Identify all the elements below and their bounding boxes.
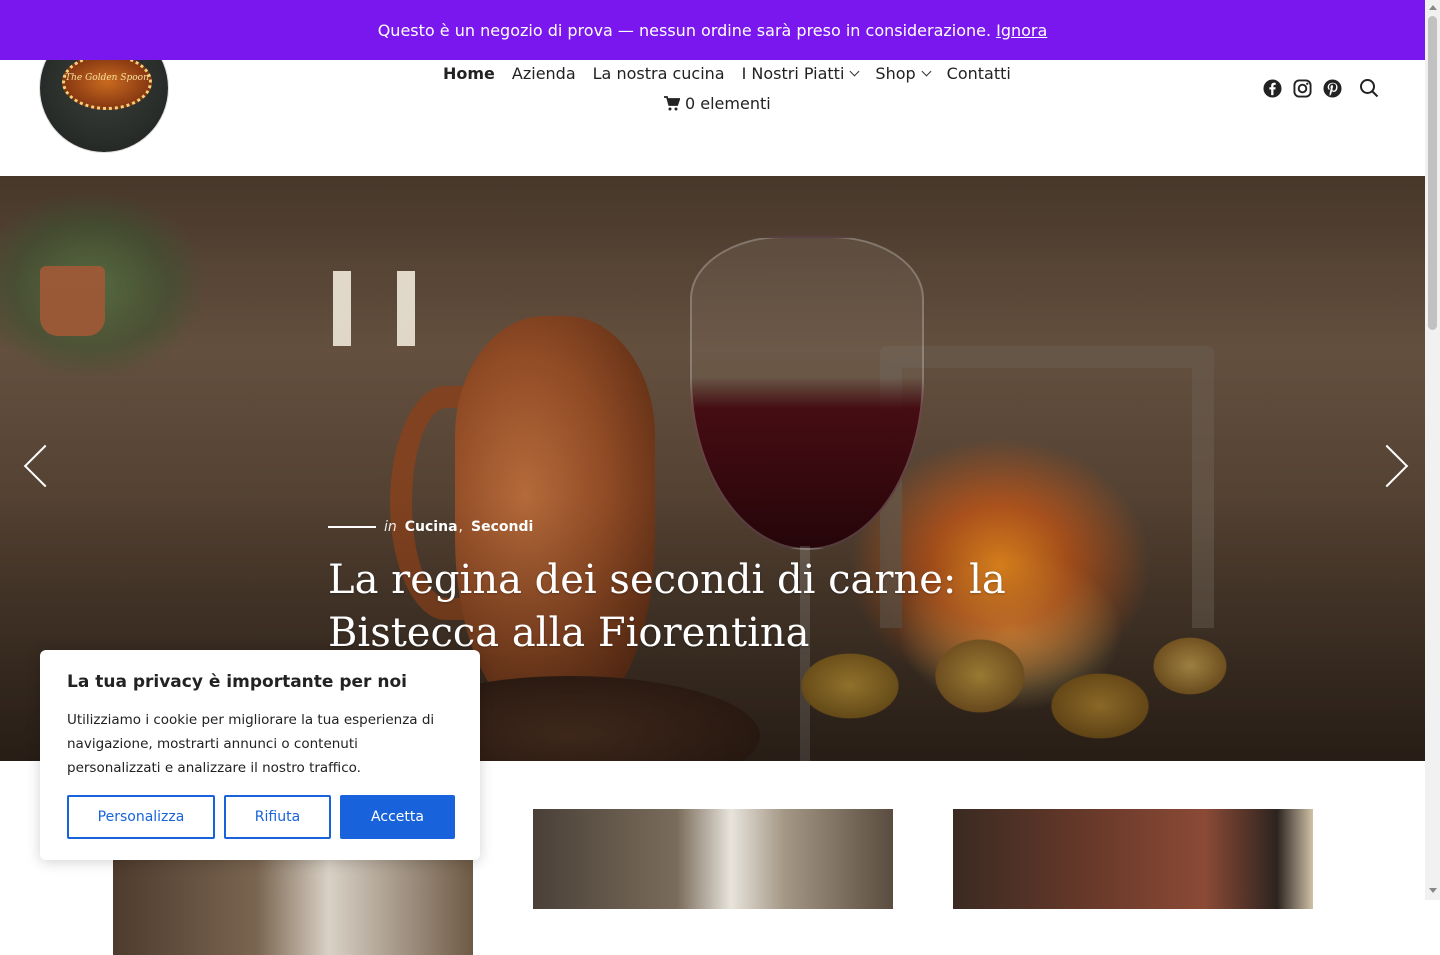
category-link-secondi[interactable]: Secondi <box>471 519 533 535</box>
nav-azienda[interactable]: Azienda <box>512 64 576 83</box>
cookie-consent-banner: La tua privacy è importante per noi Util… <box>40 650 480 860</box>
chevron-down-icon <box>849 66 860 76</box>
post-card-image[interactable] <box>113 855 473 955</box>
hero-post-meta: in Cucina, Secondi <box>328 519 533 535</box>
post-card-image[interactable] <box>953 809 1313 909</box>
main-nav: Home Azienda La nostra cucina I Nostri P… <box>443 60 1011 86</box>
category-link-cucina[interactable]: Cucina <box>405 519 458 535</box>
logo-text: The Golden Spoon <box>65 73 149 83</box>
nav-home[interactable]: Home <box>443 64 495 83</box>
customize-button[interactable]: Personalizza <box>67 795 215 839</box>
scroll-up-icon[interactable] <box>1429 5 1437 10</box>
cart-link[interactable]: 0 elementi <box>664 94 771 113</box>
cart-count: 0 elementi <box>685 94 771 113</box>
facebook-icon[interactable] <box>1261 77 1283 99</box>
nav-la-nostra-cucina[interactable]: La nostra cucina <box>593 64 725 83</box>
scroll-down-icon[interactable] <box>1429 888 1437 893</box>
nav-i-nostri-piatti-label: I Nostri Piatti <box>741 63 845 83</box>
category-separator: , <box>458 519 463 535</box>
dismiss-notice-link[interactable]: Ignora <box>996 21 1047 40</box>
chevron-down-icon <box>921 66 932 76</box>
demo-store-notice: Questo è un negozio di prova — nessun or… <box>0 0 1425 60</box>
accept-button[interactable]: Accetta <box>340 795 455 839</box>
scroll-thumb[interactable] <box>1428 16 1437 330</box>
search-icon[interactable] <box>1358 77 1380 99</box>
nav-i-nostri-piatti[interactable]: I Nostri Piatti <box>741 63 860 83</box>
nav-row: Home Azienda La nostra cucina I Nostri P… <box>443 60 1011 86</box>
notice-text: Questo è un negozio di prova — nessun or… <box>377 20 992 40</box>
nav-contatti[interactable]: Contatti <box>947 64 1011 83</box>
cookie-buttons: Personalizza Rifiuta Accetta <box>67 795 455 839</box>
meta-divider <box>328 526 376 528</box>
nav-shop-label: Shop <box>875 63 916 83</box>
post-card-image[interactable] <box>533 809 893 909</box>
cookie-title: La tua privacy è importante per noi <box>67 672 407 692</box>
hero-post-title[interactable]: La regina dei secondi di carne: la Biste… <box>328 554 1028 660</box>
page-scrollbar[interactable] <box>1425 0 1440 900</box>
instagram-icon[interactable] <box>1291 77 1313 99</box>
pinterest-icon[interactable] <box>1321 77 1343 99</box>
cart-icon <box>664 96 680 111</box>
cookie-body: Utilizziamo i cookie per migliorare la t… <box>67 712 435 776</box>
reject-button[interactable]: Rifiuta <box>224 795 331 839</box>
nav-shop[interactable]: Shop <box>875 63 932 83</box>
meta-prefix: in <box>384 519 397 535</box>
logo-sign: The Golden Spoon <box>62 54 152 110</box>
